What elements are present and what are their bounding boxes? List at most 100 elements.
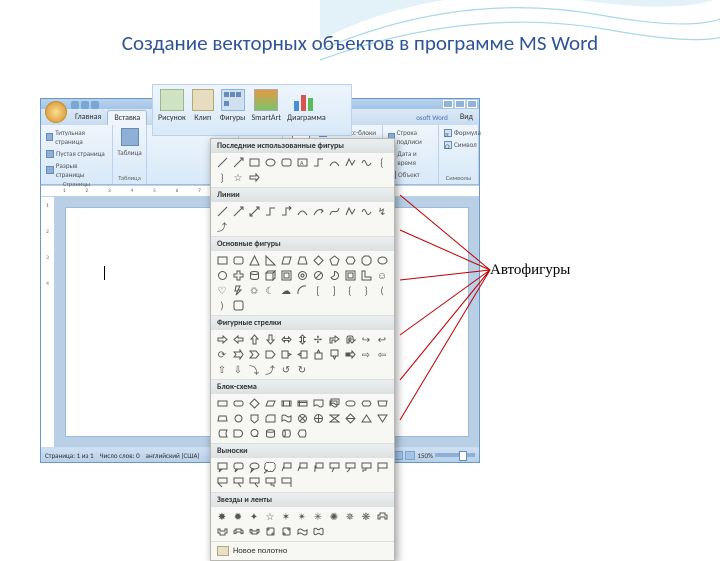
page-break-button[interactable]: Разрыв страницы bbox=[44, 160, 109, 180]
shape-rbrace[interactable]: } bbox=[215, 171, 229, 184]
bs-rbracket[interactable]: ] bbox=[327, 284, 341, 297]
st-ribbon-up[interactable] bbox=[375, 510, 389, 523]
fc-connector[interactable] bbox=[231, 412, 245, 425]
ar-left[interactable] bbox=[231, 333, 245, 346]
shapes-button[interactable]: Фигуры bbox=[217, 87, 249, 133]
ar-quad[interactable]: ✢ bbox=[311, 333, 325, 346]
st-ribbon-curved-up[interactable] bbox=[231, 525, 245, 538]
bs-lbracket[interactable]: [ bbox=[311, 284, 325, 297]
maximize-button[interactable] bbox=[455, 100, 465, 108]
fc-extract[interactable] bbox=[359, 412, 373, 425]
fc-card[interactable] bbox=[263, 412, 277, 425]
bs-plus[interactable] bbox=[231, 269, 245, 282]
bs-block[interactable] bbox=[311, 269, 325, 282]
fc-process[interactable] bbox=[215, 397, 229, 410]
bs-smiley[interactable]: ☺ bbox=[375, 269, 389, 282]
line-10[interactable] bbox=[359, 205, 373, 218]
picture-button[interactable]: Рисунок bbox=[155, 87, 189, 133]
line-7[interactable] bbox=[311, 205, 325, 218]
line-12[interactable]: ⤴ bbox=[215, 220, 229, 233]
status-lang[interactable]: английский (США) bbox=[146, 451, 200, 460]
fc-manualop[interactable] bbox=[215, 412, 229, 425]
close-button[interactable] bbox=[467, 100, 477, 108]
fc-delay[interactable] bbox=[231, 427, 245, 440]
bs-hexagon[interactable] bbox=[343, 254, 357, 267]
line-5[interactable] bbox=[279, 205, 293, 218]
equation-button[interactable]: πФормула bbox=[442, 127, 483, 138]
bs-lparen[interactable]: ( bbox=[375, 284, 389, 297]
bs-rect[interactable] bbox=[215, 254, 229, 267]
shape-arrowr[interactable] bbox=[247, 171, 261, 184]
ar-pentagon[interactable] bbox=[263, 348, 277, 361]
fc-internal[interactable] bbox=[295, 397, 309, 410]
ar-circular[interactable]: ⟳ bbox=[215, 348, 229, 361]
fc-alt[interactable] bbox=[231, 397, 245, 410]
ar-ud[interactable] bbox=[295, 333, 309, 346]
shape-oval[interactable] bbox=[263, 156, 277, 169]
fc-direct[interactable] bbox=[279, 427, 293, 440]
bs-sun[interactable]: ☼ bbox=[247, 284, 261, 297]
fc-data[interactable] bbox=[263, 397, 277, 410]
bs-heart[interactable]: ♡ bbox=[215, 284, 229, 297]
line-2[interactable] bbox=[231, 205, 245, 218]
fc-merge[interactable] bbox=[375, 412, 389, 425]
ar-callout-r[interactable] bbox=[279, 348, 293, 361]
ar-26[interactable]: ⤴ bbox=[263, 363, 277, 376]
clip-button[interactable]: Клип bbox=[189, 87, 217, 133]
qat-save-icon[interactable] bbox=[71, 101, 79, 109]
fc-sum[interactable] bbox=[295, 412, 309, 425]
fc-predef[interactable] bbox=[279, 397, 293, 410]
bs-frame[interactable] bbox=[343, 269, 357, 282]
st-scroll-v[interactable] bbox=[263, 525, 277, 538]
bs-l[interactable] bbox=[359, 269, 373, 282]
ar-bent[interactable] bbox=[327, 333, 341, 346]
bs-trap[interactable] bbox=[295, 254, 309, 267]
fc-stored[interactable] bbox=[215, 427, 229, 440]
minimize-button[interactable] bbox=[443, 100, 453, 108]
bs-parallel[interactable] bbox=[279, 254, 293, 267]
fc-doc[interactable] bbox=[311, 397, 325, 410]
st-4[interactable]: ✦ bbox=[247, 510, 261, 523]
ar-down[interactable] bbox=[263, 333, 277, 346]
smartart-button[interactable]: SmartArt bbox=[249, 87, 284, 133]
fc-decision[interactable] bbox=[247, 397, 261, 410]
line-4[interactable] bbox=[263, 205, 277, 218]
co-a3[interactable] bbox=[359, 461, 373, 474]
bs-cloud[interactable]: ☁ bbox=[279, 284, 293, 297]
st-ribbon-curved-down[interactable] bbox=[247, 525, 261, 538]
quick-access-toolbar[interactable] bbox=[71, 101, 99, 109]
fc-tape[interactable] bbox=[279, 412, 293, 425]
fc-or[interactable] bbox=[311, 412, 325, 425]
co-line2[interactable] bbox=[295, 461, 309, 474]
co-line3[interactable] bbox=[311, 461, 325, 474]
ar-up[interactable] bbox=[247, 333, 261, 346]
vertical-ruler[interactable]: 1234 bbox=[41, 197, 55, 447]
ar-notch[interactable] bbox=[231, 348, 245, 361]
ar-callout-l[interactable] bbox=[295, 348, 309, 361]
bs-diamond[interactable] bbox=[311, 254, 325, 267]
fc-manual[interactable] bbox=[375, 397, 389, 410]
ar-23[interactable]: ⇧ bbox=[215, 363, 229, 376]
ar-22[interactable]: ⇦ bbox=[375, 348, 389, 361]
cover-page-button[interactable]: Титульная страница bbox=[44, 127, 109, 147]
co-a1[interactable] bbox=[327, 461, 341, 474]
fc-display[interactable] bbox=[295, 427, 309, 440]
co-a2[interactable] bbox=[343, 461, 357, 474]
co-f[interactable] bbox=[279, 476, 293, 489]
symbol-button[interactable]: ΩСимвол bbox=[442, 139, 483, 150]
bs-octagon[interactable] bbox=[359, 254, 373, 267]
co-round[interactable] bbox=[231, 461, 245, 474]
bs-rparen[interactable]: ) bbox=[215, 299, 229, 312]
bs-bevel[interactable] bbox=[279, 269, 293, 282]
ar-callout-u[interactable] bbox=[311, 348, 325, 361]
bs-can[interactable] bbox=[247, 269, 261, 282]
shape-roundrect[interactable] bbox=[279, 156, 293, 169]
st-32[interactable]: ❋ bbox=[359, 510, 373, 523]
st-scroll-h[interactable] bbox=[279, 525, 293, 538]
co-b2[interactable] bbox=[215, 476, 229, 489]
fc-collate[interactable] bbox=[327, 412, 341, 425]
st-explosion2[interactable]: ✹ bbox=[231, 510, 245, 523]
ar-chevron[interactable] bbox=[247, 348, 261, 361]
bs-circle[interactable] bbox=[215, 269, 229, 282]
co-cloud[interactable]: 💭 bbox=[263, 461, 277, 474]
